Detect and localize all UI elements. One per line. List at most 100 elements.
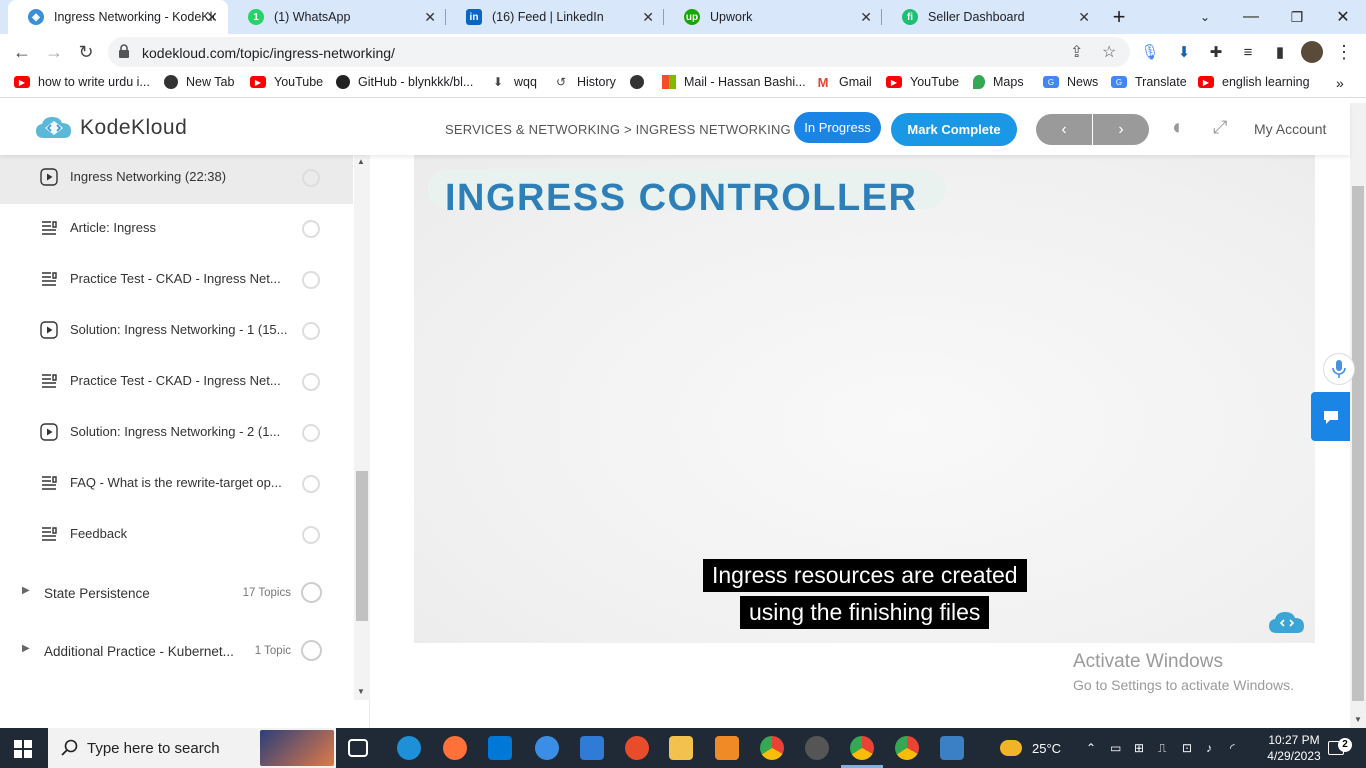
reload-icon[interactable]: ↻ <box>74 40 98 64</box>
firefox-icon[interactable] <box>443 736 467 760</box>
back-icon[interactable]: ← <box>10 40 34 64</box>
lesson-item[interactable]: Solution: Ingress Networking - 2 (1... <box>0 408 353 459</box>
course-section[interactable]: ▶ Additional Practice - Kubernet... 1 Topi… <box>0 622 353 680</box>
chat-button[interactable] <box>1311 392 1350 441</box>
chrome-icon[interactable] <box>760 736 784 760</box>
scroll-up-arrow-icon[interactable]: ▲ <box>357 157 365 166</box>
taskbar-search-box[interactable]: Type here to search <box>48 728 336 768</box>
window-close-icon[interactable]: ✕ <box>1320 0 1366 34</box>
tab-whatsapp[interactable]: 1 (1) WhatsApp ✕ <box>228 0 446 34</box>
skype-icon[interactable] <box>535 736 559 760</box>
tab-kodekloud[interactable]: ◈ Ingress Networking - KodeKloud ✕ <box>8 0 228 34</box>
chrome-profile-icon[interactable] <box>850 736 874 760</box>
share-icon[interactable]: ⇪ <box>1070 42 1083 62</box>
bookmark-item[interactable]: ▶ YouTube <box>250 75 323 89</box>
new-tab-button[interactable]: + <box>1096 0 1142 34</box>
dark-mode-toggle-icon[interactable]: ◐ <box>1172 114 1185 140</box>
voice-input-icon[interactable] <box>1323 353 1355 385</box>
previous-lesson-button[interactable]: ‹ <box>1036 114 1092 145</box>
bookmark-star-icon[interactable]: ☆ <box>1102 42 1116 62</box>
lesson-status-circle[interactable] <box>302 475 320 493</box>
close-icon[interactable]: ✕ <box>860 9 872 26</box>
scroll-down-arrow-icon[interactable]: ▼ <box>1354 715 1362 724</box>
bookmark-item[interactable]: ▶ YouTube <box>886 75 959 89</box>
bookmark-item[interactable] <box>630 75 652 89</box>
video-player[interactable]: INGRESS CONTROLLER Ingress resources are… <box>414 155 1315 643</box>
close-icon[interactable]: ✕ <box>206 9 218 26</box>
edge-browser-icon[interactable] <box>397 736 421 760</box>
lesson-status-circle[interactable] <box>302 373 320 391</box>
tab-upwork[interactable]: up Upwork ✕ <box>664 0 882 34</box>
sidebar-scroll-thumb[interactable] <box>356 471 368 621</box>
network-icon[interactable]: ⊞ <box>1134 728 1144 768</box>
extensions-puzzle-icon[interactable]: ✚ <box>1206 42 1226 62</box>
bookmark-item[interactable]: ⬇ wqq <box>490 75 537 89</box>
bookmark-item[interactable]: ↺ History <box>553 75 616 89</box>
bookmark-item[interactable]: Maps <box>973 75 1024 89</box>
lesson-item[interactable]: Practice Test - CKAD - Ingress Net... <box>0 357 353 408</box>
close-icon[interactable]: ✕ <box>424 9 436 26</box>
bookmark-item[interactable]: New Tab <box>164 75 234 89</box>
notification-center-icon[interactable]: 2 <box>1326 728 1352 768</box>
app-icon[interactable] <box>625 736 649 760</box>
voice-extension-icon[interactable]: 🎙 <box>1140 42 1160 62</box>
lesson-item[interactable]: FAQ - What is the rewrite-target op... <box>0 459 353 510</box>
mark-complete-button[interactable]: Mark Complete <box>891 113 1017 146</box>
bookmark-item[interactable]: G News <box>1043 75 1098 89</box>
meet-now-icon[interactable]: ⊡ <box>1182 728 1192 768</box>
windows-start-icon[interactable] <box>14 740 32 758</box>
lesson-item[interactable]: Ingress Networking (22:38) <box>0 155 353 204</box>
chrome-profile-icon[interactable] <box>895 736 919 760</box>
bookmark-item[interactable]: Mail - Hassan Bashi... <box>662 75 806 89</box>
download-extension-icon[interactable]: ⬇ <box>1174 42 1194 62</box>
forward-icon[interactable]: → <box>42 40 66 64</box>
usb-icon[interactable]: ⎍ <box>1158 728 1166 768</box>
expand-arrow-icon[interactable]: ▶ <box>22 643 30 654</box>
volume-icon[interactable]: ♪ <box>1206 728 1212 768</box>
sidebar-scrollbar[interactable]: ▲ ▼ <box>354 155 370 700</box>
bookmarks-overflow-icon[interactable]: » <box>1336 75 1344 91</box>
bookmark-item[interactable]: G Translate <box>1111 75 1187 89</box>
scroll-down-arrow-icon[interactable]: ▼ <box>357 687 365 696</box>
section-status-circle[interactable] <box>301 582 322 603</box>
bookmark-item[interactable]: GitHub - blynkkk/bl... <box>336 75 473 89</box>
mail-icon[interactable] <box>580 736 604 760</box>
weather-widget[interactable]: 25°C <box>1000 728 1061 768</box>
bookmark-item[interactable]: ▶ how to write urdu i... <box>14 75 150 89</box>
address-bar[interactable]: kodekloud.com/topic/ingress-networking/ … <box>108 37 1130 67</box>
file-explorer-icon[interactable] <box>669 736 693 760</box>
lesson-item[interactable]: Feedback <box>0 510 353 561</box>
side-panel-icon[interactable]: ▮ <box>1270 42 1290 62</box>
tab-linkedin[interactable]: in (16) Feed | LinkedIn ✕ <box>446 0 664 34</box>
media-control-icon[interactable]: ≡ <box>1238 42 1258 62</box>
close-icon[interactable]: ✕ <box>642 9 654 26</box>
page-scroll-thumb[interactable] <box>1352 186 1364 701</box>
course-section[interactable]: ▶ State Persistence 17 Topics <box>0 564 353 622</box>
next-lesson-button[interactable]: › <box>1093 114 1149 145</box>
browser-menu-icon[interactable]: ⋮ <box>1334 42 1354 62</box>
lesson-status-circle[interactable] <box>302 322 320 340</box>
wifi-icon[interactable]: ◜ <box>1230 728 1235 768</box>
show-hidden-icons-icon[interactable]: ⌃ <box>1086 728 1096 768</box>
lesson-item[interactable]: Practice Test - CKAD - Ingress Net... <box>0 255 353 306</box>
tab-search-icon[interactable]: ⌄ <box>1182 0 1228 34</box>
lesson-status-circle[interactable] <box>302 271 320 289</box>
section-status-circle[interactable] <box>301 640 322 661</box>
bookmark-item[interactable]: M Gmail <box>815 75 872 90</box>
expand-arrow-icon[interactable]: ▶ <box>22 585 30 596</box>
minimize-icon[interactable]: — <box>1228 0 1274 34</box>
close-icon[interactable]: ✕ <box>1078 9 1090 26</box>
obs-icon[interactable] <box>805 736 829 760</box>
system-clock[interactable]: 10:27 PM 4/29/2023 <box>1258 732 1330 764</box>
restore-icon[interactable]: ❐ <box>1274 0 1320 34</box>
brand-logo[interactable]: KodeKloud <box>34 114 187 142</box>
lesson-item[interactable]: Article: Ingress <box>0 204 353 255</box>
lesson-status-circle[interactable] <box>302 220 320 238</box>
lesson-item[interactable]: Solution: Ingress Networking - 1 (15... <box>0 306 353 357</box>
fullscreen-icon[interactable]: ⤢ <box>1213 117 1227 138</box>
photos-icon[interactable] <box>940 736 964 760</box>
profile-avatar[interactable] <box>1301 41 1323 63</box>
task-view-icon[interactable] <box>348 739 368 757</box>
in-progress-badge[interactable]: In Progress <box>794 112 881 143</box>
bookmark-item[interactable]: ▶ english learning <box>1198 75 1310 89</box>
